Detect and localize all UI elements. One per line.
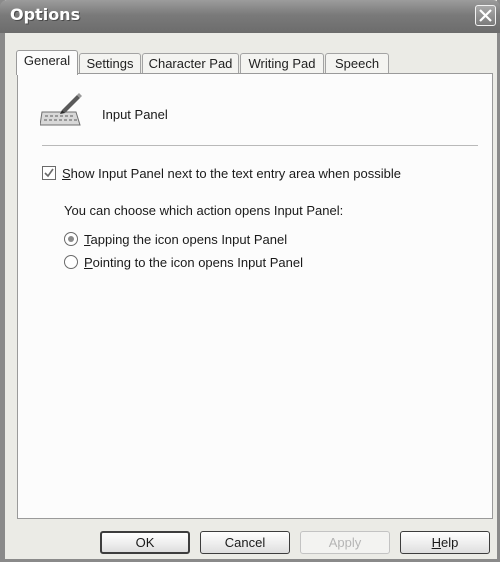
choose-action-label: You can choose which action opens Input … bbox=[64, 203, 344, 218]
tab-settings[interactable]: Settings bbox=[79, 53, 141, 74]
show-input-panel-label: Show Input Panel next to the text entry … bbox=[62, 166, 401, 181]
checkmark-icon bbox=[44, 168, 54, 178]
radio-selected-dot bbox=[68, 236, 74, 242]
keyboard-pen-icon bbox=[40, 93, 82, 126]
apply-button[interactable]: Apply bbox=[300, 531, 390, 554]
window-title: Options bbox=[10, 5, 81, 24]
general-tab-panel: Input Panel Show Input Panel next to the… bbox=[17, 73, 493, 519]
pointing-radio[interactable] bbox=[64, 255, 78, 269]
help-button[interactable]: Help bbox=[400, 531, 490, 554]
close-button[interactable] bbox=[475, 5, 496, 26]
tab-general[interactable]: General bbox=[16, 50, 78, 75]
tab-writing-pad[interactable]: Writing Pad bbox=[240, 53, 324, 74]
close-icon bbox=[479, 9, 492, 22]
divider bbox=[42, 145, 478, 146]
show-input-panel-checkbox[interactable] bbox=[42, 166, 56, 180]
tapping-label: Tapping the icon opens Input Panel bbox=[84, 232, 288, 247]
tab-speech[interactable]: Speech bbox=[325, 53, 389, 74]
pointing-label: Pointing to the icon opens Input Panel bbox=[84, 255, 303, 270]
cancel-button[interactable]: Cancel bbox=[200, 531, 290, 554]
tab-character-pad[interactable]: Character Pad bbox=[142, 53, 239, 74]
ok-button[interactable]: OK bbox=[100, 531, 190, 554]
tapping-radio[interactable] bbox=[64, 232, 78, 246]
options-dialog: Options General Settings Character Pad W… bbox=[0, 0, 500, 562]
panel-heading: Input Panel bbox=[102, 107, 168, 122]
title-bar[interactable]: Options bbox=[0, 0, 500, 33]
